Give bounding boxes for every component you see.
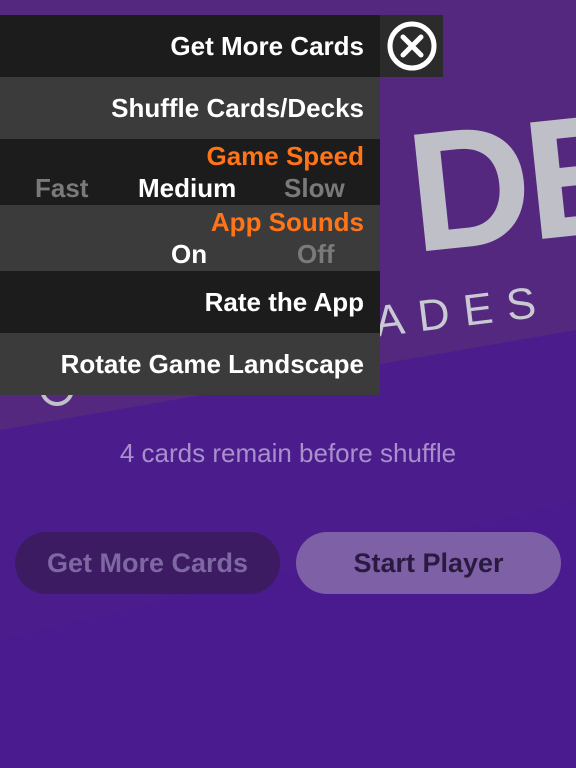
menu-item-label: Shuffle Cards/Decks	[111, 92, 364, 123]
app-sounds-group: App Sounds On Off	[0, 205, 380, 271]
game-speed-title: Game Speed	[206, 141, 364, 171]
game-speed-group: Game Speed Fast Medium Slow	[0, 139, 380, 205]
menu-item-get-more-cards[interactable]: Get More Cards	[0, 15, 380, 77]
menu-item-rotate-landscape[interactable]: Rotate Game Landscape	[0, 333, 380, 395]
cards-remaining-text: 4 cards remain before shuffle	[119, 438, 457, 468]
close-menu-button[interactable]	[380, 15, 443, 77]
logo-letters: DE	[398, 76, 576, 290]
speed-option-fast[interactable]: Fast	[35, 173, 88, 204]
menu-item-rate-app[interactable]: Rate the App	[0, 271, 380, 333]
start-player-button[interactable]: Start Player	[296, 532, 561, 594]
get-more-cards-button[interactable]: Get More Cards	[15, 532, 280, 594]
sound-option-on[interactable]: On	[171, 239, 207, 270]
menu-item-label: Rate the App	[204, 286, 364, 317]
speed-option-slow[interactable]: Slow	[284, 173, 345, 204]
menu-item-label: Get More Cards	[170, 30, 364, 61]
menu-item-label: Rotate Game Landscape	[60, 348, 364, 379]
sound-option-off[interactable]: Off	[297, 239, 335, 270]
settings-menu: Get More Cards Shuffle Cards/Decks Game …	[0, 15, 380, 395]
menu-item-shuffle[interactable]: Shuffle Cards/Decks	[0, 77, 380, 139]
speed-option-medium[interactable]: Medium	[138, 173, 236, 204]
app-sounds-title: App Sounds	[210, 207, 364, 237]
close-circle-icon	[387, 21, 436, 71]
